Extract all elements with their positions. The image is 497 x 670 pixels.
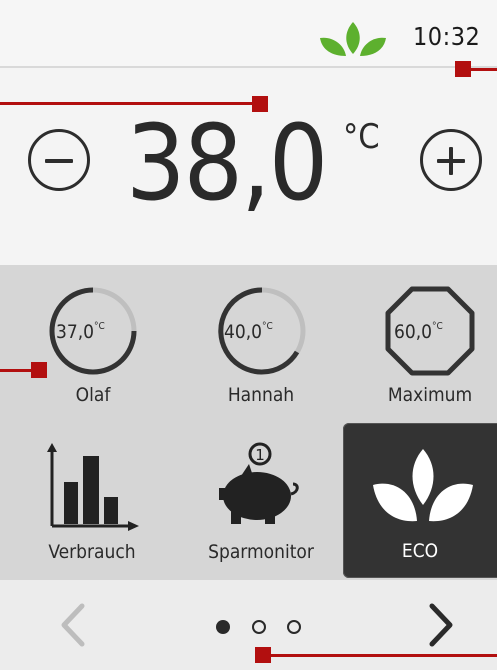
profile-label: Hannah xyxy=(227,384,295,406)
profile-unit: °C xyxy=(94,321,105,332)
piggy-badge: 1 xyxy=(255,446,265,464)
annotation-marker xyxy=(31,362,47,378)
eco-leaves-icon xyxy=(373,449,473,522)
piggy-bank-icon: 1 xyxy=(219,442,299,524)
temperature-panel: 38,0 °C xyxy=(0,68,497,265)
next-page-icon[interactable] xyxy=(426,602,456,648)
profile-value: 40,0 xyxy=(224,321,263,343)
leaf-logo-icon xyxy=(320,22,386,56)
bar-chart-icon xyxy=(47,443,139,531)
temperature-value: 38,0 xyxy=(126,102,328,224)
clock: 10:32 xyxy=(413,22,481,51)
page-indicator[interactable] xyxy=(252,620,266,634)
tile-label: Sparmonitor xyxy=(208,541,314,563)
annotation-line xyxy=(0,102,257,105)
annotation-marker xyxy=(255,647,271,663)
profile-unit: °C xyxy=(262,321,273,332)
profile-label: Maximum xyxy=(387,384,473,406)
profile-label: Olaf xyxy=(75,384,111,406)
device-screen: 10:32 38,0 °C 37,0°C Olaf 40,0°C Hannah xyxy=(0,0,497,670)
previous-page-icon[interactable] xyxy=(58,602,88,648)
increase-temperature-button[interactable] xyxy=(420,129,482,191)
status-bar: 10:32 xyxy=(0,0,497,68)
annotation-line xyxy=(264,654,497,657)
tile-eco[interactable]: ECO xyxy=(343,423,497,578)
annotation-marker xyxy=(252,96,268,112)
annotation-marker xyxy=(455,61,471,77)
profile-value: 37,0 xyxy=(56,321,95,343)
tile-label: Verbrauch xyxy=(48,541,136,563)
page-indicator-active[interactable] xyxy=(216,620,230,634)
page-indicator[interactable] xyxy=(287,620,301,634)
temperature-unit: °C xyxy=(343,117,380,157)
decrease-temperature-button[interactable] xyxy=(28,129,90,191)
tile-label: ECO xyxy=(401,540,439,562)
profile-unit: °C xyxy=(432,321,443,332)
profile-value: 60,0 xyxy=(394,321,433,343)
